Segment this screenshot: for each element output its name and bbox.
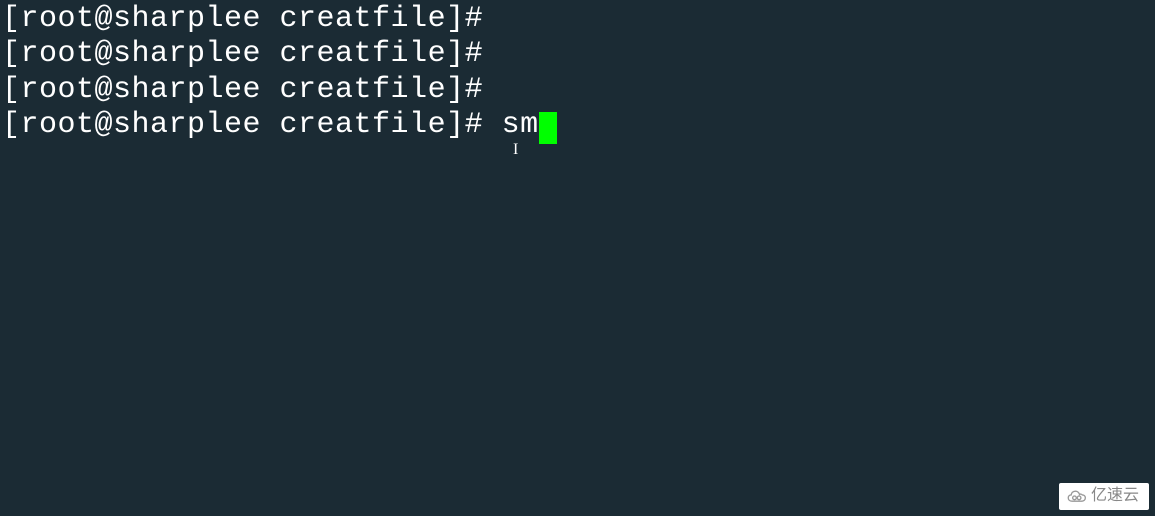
terminal-area[interactable]: [root@sharplee creatfile]# [root@sharple… <box>2 2 1155 144</box>
shell-prompt: [root@sharplee creatfile]# <box>2 37 502 71</box>
shell-prompt: [root@sharplee creatfile]# <box>2 73 502 107</box>
shell-prompt: [root@sharplee creatfile]# <box>2 108 502 142</box>
watermark-text: 亿速云 <box>1091 487 1139 506</box>
terminal-line: [root@sharplee creatfile]# <box>2 37 1155 72</box>
terminal-line: [root@sharplee creatfile]# <box>2 73 1155 108</box>
cloud-icon <box>1067 489 1087 505</box>
shell-command-input[interactable]: sm <box>502 108 539 142</box>
shell-prompt: [root@sharplee creatfile]# <box>2 2 502 36</box>
terminal-line: [root@sharplee creatfile]# sm <box>2 108 1155 143</box>
terminal-line: [root@sharplee creatfile]# <box>2 2 1155 37</box>
terminal-cursor <box>539 112 557 144</box>
text-caret-icon: I <box>513 141 518 160</box>
watermark-badge: 亿速云 <box>1059 483 1149 510</box>
